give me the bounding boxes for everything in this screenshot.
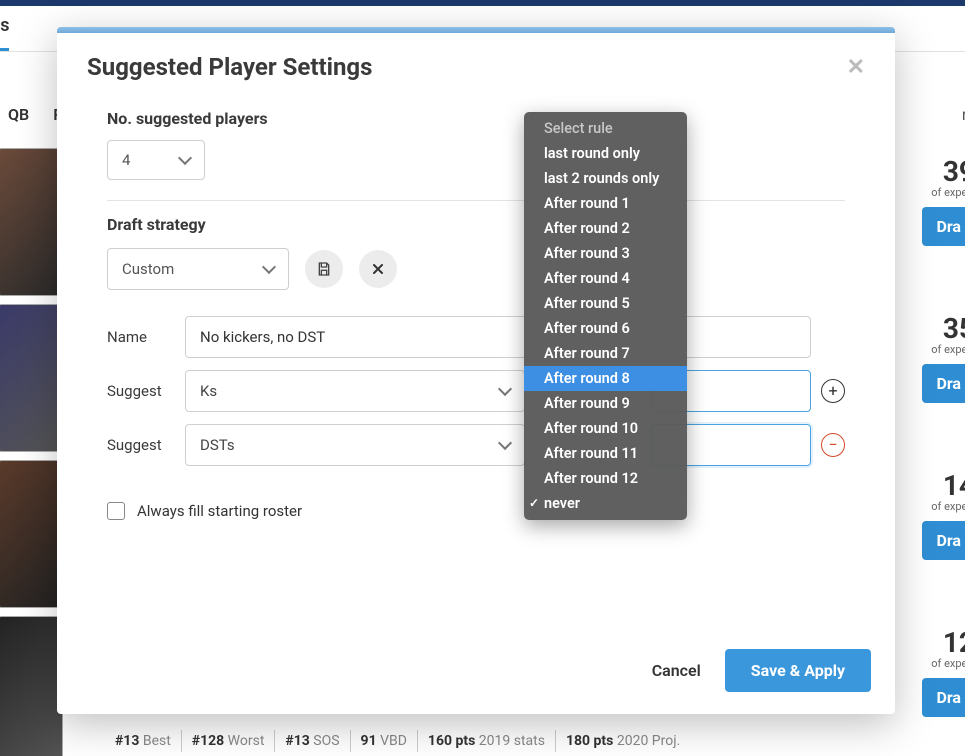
dropdown-option[interactable]: After round 12 <box>524 466 687 491</box>
save-strategy-button[interactable] <box>305 250 343 288</box>
suggest-label: Suggest <box>107 382 175 400</box>
rank-caption: of expert <box>931 657 965 670</box>
rank-caption: of expert <box>931 500 965 513</box>
always-fill-checkbox[interactable] <box>107 502 125 520</box>
player-thumbs <box>0 148 63 756</box>
draft-strategy-select[interactable]: Custom <box>107 248 289 290</box>
cancel-button[interactable]: Cancel <box>652 661 701 680</box>
save-icon <box>316 261 332 277</box>
rank-number: 14 <box>943 469 965 502</box>
strategy-name-value: No kickers, no DST <box>200 328 325 346</box>
stat-best: #13 Best <box>115 733 171 749</box>
player-thumb[interactable] <box>0 304 63 452</box>
add-rule-button[interactable]: + <box>821 379 845 403</box>
dropdown-option[interactable]: After round 3 <box>524 241 687 266</box>
suggest-label: Suggest <box>107 436 175 454</box>
dropdown-option[interactable]: After round 7 <box>524 341 687 366</box>
modal-title: Suggested Player Settings <box>87 53 372 81</box>
chevron-down-icon <box>498 382 512 396</box>
rank-caption: of expert <box>931 186 965 199</box>
dropdown-option[interactable]: After round 5 <box>524 291 687 316</box>
topbar <box>0 0 965 6</box>
player-rank-card: 14of expert Dra <box>915 469 965 560</box>
player-thumb[interactable] <box>0 616 63 756</box>
dropdown-option[interactable]: After round 2 <box>524 216 687 241</box>
stat-worst: #128 Worst <box>192 733 265 749</box>
num-suggested-label: No. suggested players <box>107 109 845 128</box>
chevron-down-icon <box>498 436 512 450</box>
save-apply-button[interactable]: Save & Apply <box>725 649 871 692</box>
dropdown-option[interactable]: After round 9 <box>524 391 687 416</box>
name-label: Name <box>107 328 175 346</box>
draft-button[interactable]: Dra <box>922 364 965 403</box>
bottom-stats: #13 Best #128 Worst #13 SOS 91 VBD 160 p… <box>115 730 680 752</box>
suggest-position-select-1[interactable]: Ks <box>185 370 525 412</box>
player-rank-card: 12of expert Dra <box>915 626 965 717</box>
num-suggested-select[interactable]: 4 <box>107 140 205 180</box>
close-icon[interactable]: ✕ <box>847 55 865 80</box>
dropdown-option[interactable]: After round 11 <box>524 441 687 466</box>
player-thumb[interactable] <box>0 460 63 608</box>
dropdown-option[interactable]: last 2 rounds only <box>524 166 687 191</box>
always-fill-label: Always fill starting roster <box>137 502 302 520</box>
player-rank-card: 35of expert Dra <box>915 312 965 403</box>
suggest-position-select-2[interactable]: DSTs <box>185 424 525 466</box>
tab-suggestions: stions <box>0 15 9 51</box>
stat-2019: 160 pts 2019 stats <box>428 733 545 749</box>
player-rank-card: 39of expert Dra <box>915 155 965 246</box>
dropdown-option[interactable]: last round only <box>524 141 687 166</box>
rank-number: 35 <box>943 312 965 345</box>
chevron-down-icon <box>262 260 276 274</box>
x-icon <box>370 261 386 277</box>
dropdown-option[interactable]: never <box>524 491 687 516</box>
delete-strategy-button[interactable] <box>359 250 397 288</box>
dropdown-option[interactable]: After round 10 <box>524 416 687 441</box>
stat-2020: 180 pts 2020 Proj. <box>566 733 680 749</box>
dropdown-option[interactable]: After round 6 <box>524 316 687 341</box>
pos-qb[interactable]: QB <box>8 105 29 124</box>
suggested-player-settings-modal: Suggested Player Settings ✕ No. suggeste… <box>57 27 895 714</box>
rank-number: 12 <box>943 626 965 659</box>
bg-tab[interactable]: stions <box>0 15 9 36</box>
dropdown-option[interactable]: After round 1 <box>524 191 687 216</box>
rank-caption: of expert <box>931 343 965 356</box>
chevron-down-icon <box>178 151 192 165</box>
draft-button[interactable]: Dra <box>922 207 965 246</box>
dropdown-placeholder: Select rule <box>524 116 687 141</box>
draft-button[interactable]: Dra <box>922 678 965 717</box>
rank-number: 39 <box>943 155 965 188</box>
divider <box>107 200 845 201</box>
right-cards: 39of expertDra35of expertDra14of expertD… <box>915 155 965 756</box>
position-filter[interactable]: QB R <box>8 105 63 124</box>
stat-vbd: 91 VBD <box>361 733 407 749</box>
draft-strategy-label: Draft strategy <box>107 215 845 234</box>
num-suggested-value: 4 <box>122 151 130 169</box>
strategy-name-input[interactable]: No kickers, no DST <box>185 316 811 358</box>
dropdown-option[interactable]: After round 4 <box>524 266 687 291</box>
draft-strategy-value: Custom <box>122 260 174 278</box>
suggest-position-value: DSTs <box>200 436 235 454</box>
dropdown-option[interactable]: After round 8 <box>524 366 687 391</box>
player-thumb[interactable] <box>0 148 63 296</box>
rule-dropdown-menu[interactable]: Select rulelast round onlylast 2 rounds … <box>524 112 687 520</box>
draft-button[interactable]: Dra <box>922 521 965 560</box>
stat-sos: #13 SOS <box>285 733 339 749</box>
suggest-position-value: Ks <box>200 382 217 400</box>
remove-rule-button[interactable]: − <box>821 433 845 457</box>
